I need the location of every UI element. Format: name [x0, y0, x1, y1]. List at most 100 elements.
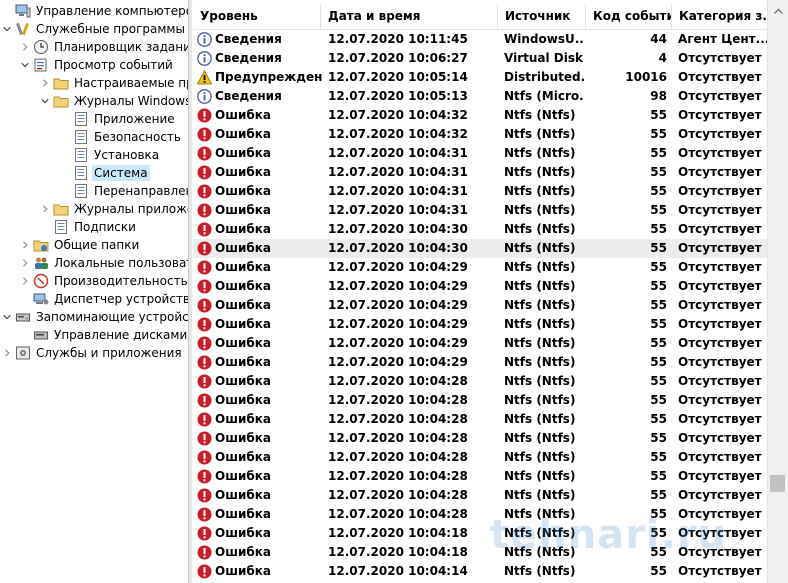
table-row[interactable]: Ошибка 12.07.2020 10:04:29 Ntfs (Ntfs) 55 От…	[193, 334, 767, 353]
tree-item-app-logs[interactable]: Журналы приложе	[40, 200, 188, 218]
table-row[interactable]: Предупреждение 12.07.2020 10:05:14 Distrib…	[193, 68, 767, 87]
scroll-up-button[interactable]	[768, 0, 788, 22]
tree-item-task-scheduler[interactable]: Планировщик заданий	[20, 38, 188, 56]
log-icon	[73, 165, 89, 181]
chevron-right-icon[interactable]	[20, 240, 30, 250]
cell-event-code: 55	[650, 146, 667, 160]
cell-event-code: 55	[650, 355, 667, 369]
chevron-right-icon[interactable]	[20, 42, 30, 52]
tree-item-computer-management[interactable]: Управление компьютером (л	[2, 2, 188, 20]
table-row[interactable]: Ошибка 12.07.2020 10:04:28 Ntfs (Ntfs) 55 От…	[193, 391, 767, 410]
table-row[interactable]: Ошибка 12.07.2020 10:04:32 Ntfs (Ntfs) 55 От…	[193, 106, 767, 125]
tree-item-subscriptions[interactable]: Подписки	[40, 218, 138, 236]
pane-splitter[interactable]	[188, 0, 192, 583]
table-row[interactable]: Ошибка 12.07.2020 10:04:14 Ntfs (Ntfs) 55 От…	[193, 562, 767, 581]
vertical-scrollbar[interactable]	[767, 0, 788, 583]
cell-event-code: 55	[650, 336, 667, 350]
cell-level: Ошибка	[197, 543, 323, 562]
table-row[interactable]: Ошибка 12.07.2020 10:04:31 Ntfs (Ntfs) 55 От…	[193, 163, 767, 182]
tree-item-system-tools[interactable]: Служебные программы	[2, 20, 187, 38]
users-icon	[33, 255, 49, 271]
table-row[interactable]: Ошибка 12.07.2020 10:04:28 Ntfs (Ntfs) 55 От…	[193, 467, 767, 486]
cell-date: 12.07.2020 10:05:14	[328, 70, 468, 84]
table-row[interactable]: Ошибка 12.07.2020 10:04:32 Ntfs (Ntfs) 55 От…	[193, 125, 767, 144]
table-row[interactable]: Ошибка 12.07.2020 10:04:29 Ntfs (Ntfs) 55 От…	[193, 258, 767, 277]
chevron-right-icon[interactable]	[2, 348, 12, 358]
tree-item-label: Настраиваемые пр	[74, 76, 188, 90]
table-row[interactable]: Ошибка 12.07.2020 10:04:18 Ntfs (Ntfs) 55 От…	[193, 524, 767, 543]
table-row[interactable]: Ошибка 12.07.2020 10:04:31 Ntfs (Ntfs) 55 От…	[193, 201, 767, 220]
cell-level: Ошибка	[197, 391, 323, 410]
table-row[interactable]: Сведения 12.07.2020 10:05:13 Ntfs (Micro..…	[193, 87, 767, 106]
table-row[interactable]: Ошибка 12.07.2020 10:04:29 Ntfs (Ntfs) 55 От…	[193, 277, 767, 296]
chevron-down-icon[interactable]	[2, 24, 12, 34]
table-row[interactable]: Сведения 12.07.2020 10:06:27 Virtual Disk.…	[193, 49, 767, 68]
cell-source: Ntfs (Ntfs)	[504, 241, 576, 255]
computer-management-window: Управление компьютером (л Служебные прогр…	[0, 0, 788, 583]
table-row[interactable]: Ошибка 12.07.2020 10:04:28 Ntfs (Ntfs) 55 От…	[193, 448, 767, 467]
tree-item-event-viewer[interactable]: Просмотр событий	[20, 56, 175, 74]
tree-item-windows-logs[interactable]: Журналы Windows	[40, 92, 188, 110]
table-row[interactable]: Ошибка 12.07.2020 10:04:28 Ntfs (Ntfs) 55 От…	[193, 429, 767, 448]
log-icon	[73, 147, 89, 163]
column-header-event-code[interactable]: Код события	[586, 4, 672, 29]
chevron-down-icon[interactable]	[2, 312, 12, 322]
tree-item-setup[interactable]: Установка	[60, 146, 161, 164]
scrollbar-thumb[interactable]	[770, 475, 785, 492]
chevron-right-icon[interactable]	[40, 204, 50, 214]
cell-date: 12.07.2020 10:04:14	[328, 564, 468, 578]
cell-event-code: 55	[650, 526, 667, 540]
table-row[interactable]: Ошибка 12.07.2020 10:04:29 Ntfs (Ntfs) 55 От…	[193, 353, 767, 372]
column-header-level[interactable]: Уровень	[193, 4, 321, 29]
table-row[interactable]: Ошибка 12.07.2020 10:04:28 Ntfs (Ntfs) 55 От…	[193, 372, 767, 391]
table-row[interactable]: Ошибка 12.07.2020 10:04:30 Ntfs (Ntfs) 55 От…	[193, 239, 767, 258]
cell-date: 12.07.2020 10:04:28	[328, 431, 468, 445]
column-header-source[interactable]: Источник	[498, 4, 586, 29]
level-text: Ошибка	[215, 526, 271, 540]
cell-event-code: 44	[650, 32, 667, 46]
tree-item-forwarded[interactable]: Перенаправлен	[60, 182, 188, 200]
table-row[interactable]: Ошибка 12.07.2020 10:04:30 Ntfs (Ntfs) 55 От…	[193, 220, 767, 239]
table-row[interactable]: Ошибка 12.07.2020 10:04:18 Ntfs (Ntfs) 55 От…	[193, 543, 767, 562]
table-row[interactable]: Ошибка 12.07.2020 10:04:29 Ntfs (Ntfs) 55 От…	[193, 315, 767, 334]
tree-item-local-users[interactable]: Локальные пользовате	[20, 254, 188, 272]
chevron-down-icon[interactable]	[40, 96, 50, 106]
column-header-category[interactable]: Категория з...	[672, 4, 767, 29]
table-row[interactable]: Ошибка 12.07.2020 10:04:31 Ntfs (Ntfs) 55 От…	[193, 182, 767, 201]
chevron-down-icon[interactable]	[20, 60, 30, 70]
tree-item-shared-folders[interactable]: Общие папки	[20, 236, 141, 254]
chevron-right-icon[interactable]	[40, 78, 50, 88]
table-row[interactable]: Сведения 12.07.2020 10:11:45 WindowsU... 44…	[193, 30, 767, 49]
level-text: Ошибка	[215, 165, 271, 179]
error-icon	[197, 564, 212, 579]
tree-item-security[interactable]: Безопасность	[60, 128, 183, 146]
column-header-date[interactable]: Дата и время	[321, 4, 498, 29]
cell-source: Ntfs (Ntfs)	[504, 222, 576, 236]
level-text: Ошибка	[215, 412, 271, 426]
level-text: Ошибка	[215, 488, 271, 502]
cell-event-code: 55	[650, 279, 667, 293]
tree-item-device-manager[interactable]: Диспетчер устройств	[20, 290, 188, 308]
tree-item-label: Приложение	[94, 112, 175, 126]
cell-date: 12.07.2020 10:05:13	[328, 89, 468, 103]
table-row[interactable]: Ошибка 12.07.2020 10:04:28 Ntfs (Ntfs) 55 От…	[193, 505, 767, 524]
error-icon	[197, 374, 212, 389]
navigation-tree: Управление компьютером (л Служебные прогр…	[0, 0, 188, 583]
tree-item-services[interactable]: Службы и приложения	[2, 344, 184, 362]
table-row[interactable]: Ошибка 12.07.2020 10:04:29 Ntfs (Ntfs) 55 От…	[193, 296, 767, 315]
tree-item-system[interactable]: Система	[60, 164, 150, 182]
tree-item-application[interactable]: Приложение	[60, 110, 177, 128]
error-icon	[197, 241, 212, 256]
chevron-right-icon[interactable]	[20, 258, 30, 268]
table-row[interactable]: Ошибка 12.07.2020 10:04:28 Ntfs (Ntfs) 55 От…	[193, 486, 767, 505]
tree-item-disk-management[interactable]: Управление дисками	[20, 326, 188, 344]
tree-item-custom-views[interactable]: Настраиваемые пр	[40, 74, 188, 92]
cell-source: Ntfs (Ntfs)	[504, 469, 576, 483]
table-row[interactable]: Ошибка 12.07.2020 10:04:28 Ntfs (Ntfs) 55 От…	[193, 410, 767, 429]
chevron-right-icon[interactable]	[20, 276, 30, 286]
tree-item-storage[interactable]: Запоминающие устройств	[2, 308, 188, 326]
table-row[interactable]: Ошибка 12.07.2020 10:04:31 Ntfs (Ntfs) 55 От…	[193, 144, 767, 163]
cell-date: 12.07.2020 10:04:29	[328, 279, 468, 293]
cell-source: Ntfs (Ntfs)	[504, 526, 576, 540]
tree-item-performance[interactable]: Производительность	[20, 272, 188, 290]
